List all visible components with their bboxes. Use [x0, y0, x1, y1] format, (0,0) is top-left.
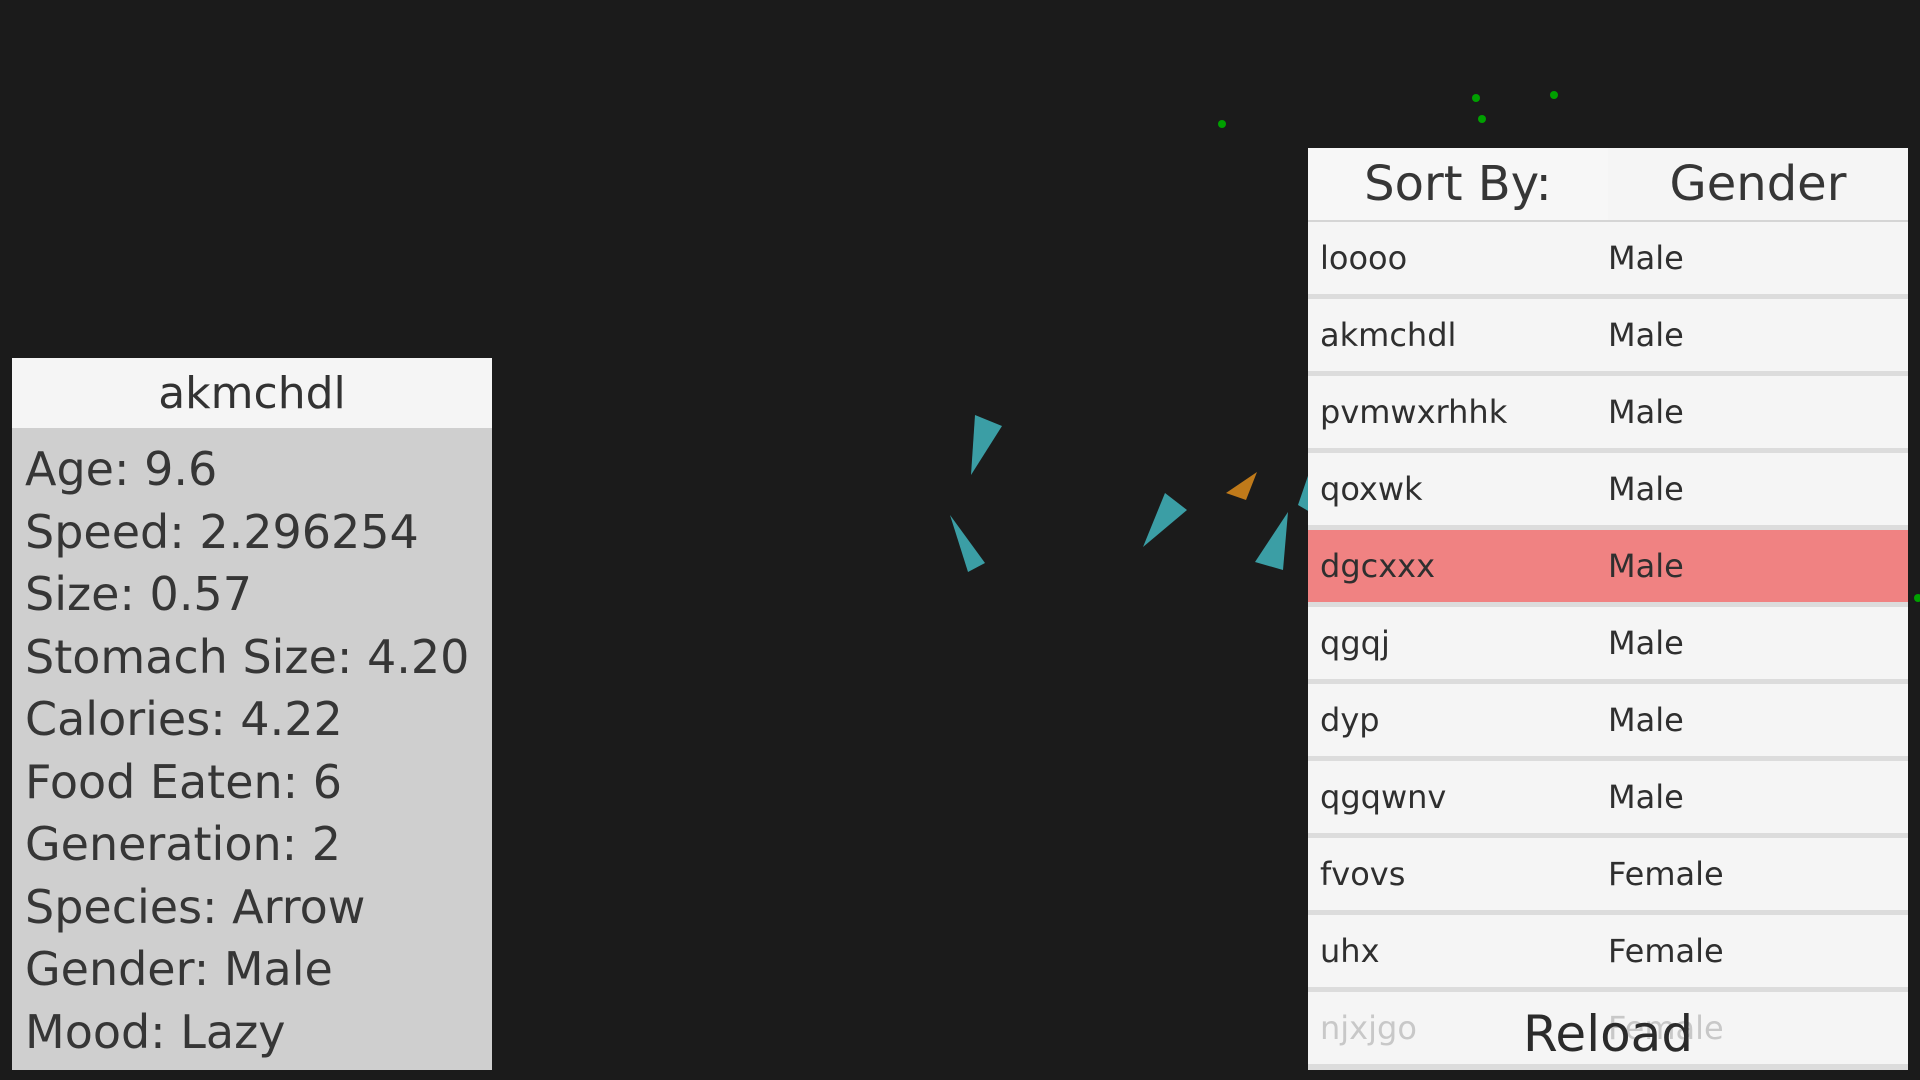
sort-by-label: Sort By:	[1364, 156, 1552, 212]
creature-name-title: akmchdl	[12, 358, 492, 428]
food-pellet	[1550, 91, 1558, 99]
creature-name: qgqj	[1320, 624, 1390, 662]
stat-generation: Generation: 2	[25, 817, 342, 871]
list-item[interactable]: qoxwk Male	[1308, 453, 1908, 525]
sort-header: Sort By: Gender	[1308, 148, 1908, 222]
list-item-selected[interactable]: dgcxxx Male	[1308, 530, 1908, 602]
list-item[interactable]: dyp Male	[1308, 684, 1908, 756]
creature-gender: Male	[1608, 470, 1684, 508]
stat-food-eaten: Food Eaten: 6	[25, 754, 343, 809]
creature-gender: Male	[1608, 239, 1684, 277]
creature-gender: Male	[1608, 316, 1684, 354]
creature-info-panel: akmchdl Age: 9.6 Speed: 2.296254 Size: 0…	[12, 358, 492, 1070]
stat-speed: Speed: 2.296254	[25, 504, 419, 559]
stat-gender: Gender: Male	[25, 942, 333, 996]
creature-name: qgqwnv	[1320, 778, 1447, 816]
creature-name: fvovs	[1320, 855, 1406, 893]
arrow-creature[interactable]	[971, 415, 1002, 475]
other-creature[interactable]	[1226, 472, 1257, 500]
list-item[interactable]: pvmwxrhhk Male	[1308, 376, 1908, 448]
arrow-creature[interactable]	[950, 515, 985, 572]
creature-list: loooo Male akmchdl Male pvmwxrhhk Male q…	[1308, 222, 1908, 1064]
list-item[interactable]: qgqwnv Male	[1308, 761, 1908, 833]
stat-stomach-size: Stomach Size: 4.20	[25, 629, 470, 684]
arrow-creature[interactable]	[1255, 512, 1288, 570]
creature-gender: Female	[1608, 855, 1724, 893]
stat-size: Size: 0.57	[25, 567, 252, 621]
list-item[interactable]: fvovs Female	[1308, 838, 1908, 910]
list-item[interactable]: loooo Male	[1308, 222, 1908, 294]
stat-species: Species: Arrow	[25, 879, 366, 934]
creature-name: dgcxxx	[1320, 547, 1436, 585]
creature-name: qoxwk	[1320, 470, 1423, 508]
creature-gender: Male	[1608, 547, 1684, 585]
food-pellet	[1218, 120, 1226, 128]
arrow-creature[interactable]	[1143, 493, 1187, 547]
list-item[interactable]: qgqj Male	[1308, 607, 1908, 679]
list-item[interactable]: akmchdl Male	[1308, 299, 1908, 371]
creature-name: loooo	[1320, 239, 1408, 277]
stat-mood: Mood: Lazy	[25, 1004, 286, 1059]
food-pellet	[1914, 594, 1920, 602]
creature-name: uhx	[1320, 932, 1380, 970]
list-item[interactable]: uhx Female	[1308, 915, 1908, 987]
creature-name: akmchdl	[1320, 316, 1457, 354]
stat-calories: Calories: 4.22	[25, 692, 343, 746]
creature-stats: Age: 9.6 Speed: 2.296254 Size: 0.57 Stom…	[12, 428, 492, 1063]
creature-list-panel: Sort By: Gender loooo Male akmchdl Male …	[1308, 148, 1908, 1070]
stat-age: Age: 9.6	[25, 442, 218, 496]
creature-gender: Male	[1608, 701, 1684, 739]
reload-button[interactable]: Reload	[1308, 998, 1908, 1070]
creature-gender: Male	[1608, 624, 1684, 662]
food-pellet	[1472, 94, 1480, 102]
creature-name: dyp	[1320, 701, 1380, 739]
food-pellet	[1478, 115, 1486, 123]
sort-by-dropdown[interactable]: Gender	[1608, 148, 1908, 220]
creature-name: pvmwxrhhk	[1320, 393, 1508, 431]
creature-gender: Female	[1608, 932, 1724, 970]
creature-gender: Male	[1608, 778, 1684, 816]
creature-gender: Male	[1608, 393, 1684, 431]
